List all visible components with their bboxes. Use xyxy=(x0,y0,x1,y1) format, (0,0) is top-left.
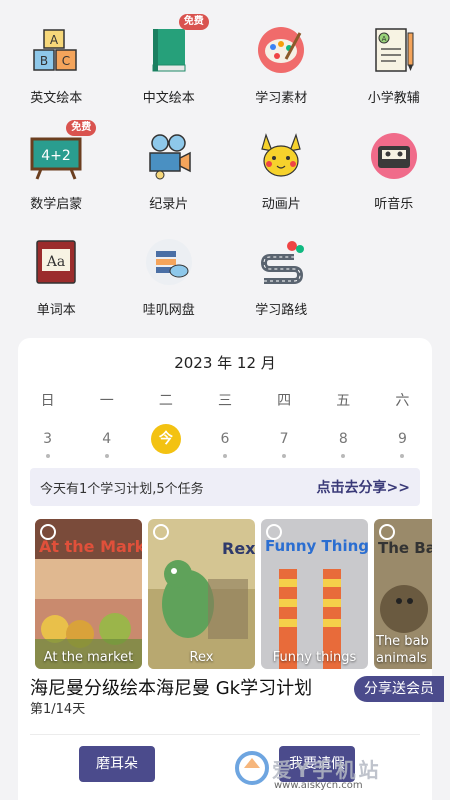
abc-blocks-icon: A B C xyxy=(26,20,86,79)
book-cover-title: Funny Things xyxy=(265,537,368,555)
grid-item-documentary[interactable]: 纪录片 xyxy=(113,106,226,212)
weekday-label: 二 xyxy=(158,393,173,409)
grid-item-music[interactable]: 听音乐 xyxy=(338,106,450,212)
grid-item-label: 中文绘本 xyxy=(142,91,195,106)
calendar-month: 2023 年 12 月 xyxy=(174,354,276,372)
green-book-icon: 免费 xyxy=(139,14,209,79)
grid-item-label: 听音乐 xyxy=(374,197,414,212)
book-card[interactable]: Funny Things Funny things xyxy=(261,519,368,669)
watermark-text: 爱Y手机站 xyxy=(272,757,382,782)
grid-item-primary-tutoring[interactable]: A 小学教辅 xyxy=(338,0,450,106)
book-card[interactable]: At the Market At the market xyxy=(35,519,142,669)
calendar-day[interactable]: 8 xyxy=(314,424,373,460)
select-circle[interactable] xyxy=(266,524,282,540)
svg-text:A: A xyxy=(50,33,59,47)
select-circle[interactable] xyxy=(379,524,395,540)
divider xyxy=(30,734,420,735)
weekday-label: 一 xyxy=(99,393,114,409)
calendar-day[interactable]: 4 xyxy=(77,424,136,460)
grid-item-chinese-books[interactable]: 免费 中文绘本 xyxy=(113,0,226,106)
route-map-icon xyxy=(251,232,311,291)
book-caption: Funny things xyxy=(272,650,357,665)
share-for-membership-button[interactable]: 分享送会员 xyxy=(354,676,444,702)
cassette-icon xyxy=(364,126,424,185)
book-card[interactable]: The Bab The bab animals xyxy=(374,519,432,669)
svg-text:B: B xyxy=(40,54,48,68)
movie-camera-icon xyxy=(139,126,199,185)
book-card[interactable]: Rex Rex xyxy=(148,519,255,669)
grid-item-cloud-drive[interactable]: 哇叽网盘 xyxy=(113,212,226,318)
free-badge: 免费 xyxy=(66,120,97,136)
calendar-day[interactable]: 9 xyxy=(373,424,432,460)
math-board-icon: 4+2 免费 xyxy=(26,120,97,185)
grid-item-study-materials[interactable]: 学习素材 xyxy=(225,0,338,106)
plan-summary-text: 今天有1个学习计划,5个任务 xyxy=(40,481,204,497)
plan-summary-bar: 今天有1个学习计划,5个任务 点击去分享>> xyxy=(30,468,420,506)
dictionary-icon: Aa xyxy=(26,232,86,291)
select-circle[interactable] xyxy=(153,524,169,540)
svg-text:4+2: 4+2 xyxy=(41,148,71,164)
book-caption: At the market xyxy=(43,650,134,665)
grid-item-label: 纪录片 xyxy=(149,197,189,212)
watermark-url: www.aiskycn.com xyxy=(274,780,363,791)
grid-item-label: 小学教辅 xyxy=(367,91,420,106)
plan-progress: 第1/14天 xyxy=(30,702,86,717)
grid-item-cartoon[interactable]: 动画片 xyxy=(225,106,338,212)
calendar-day[interactable]: 7 xyxy=(255,424,314,460)
feature-grid: A B C 英文绘本 免费 中文绘本 学习素材 A 小学教辅 4+2 免费 数学… xyxy=(0,0,450,318)
grid-item-label: 英文绘本 xyxy=(30,91,83,106)
watermark: 爱Y手机站 www.aiskycn.com xyxy=(234,750,382,791)
weekday-label: 六 xyxy=(395,393,410,409)
pikachu-icon xyxy=(251,126,311,185)
svg-text:C: C xyxy=(62,54,70,68)
grid-item-label: 数学启蒙 xyxy=(30,197,83,212)
share-link[interactable]: 点击去分享>> xyxy=(317,477,410,497)
calendar-day[interactable]: 6 xyxy=(195,424,254,460)
calendar-day[interactable]: 3 xyxy=(18,424,77,460)
grid-item-label: 哇叽网盘 xyxy=(142,303,195,318)
svg-text:Aa: Aa xyxy=(46,254,65,270)
grid-item-label: 动画片 xyxy=(261,197,301,212)
grid-item-label: 学习路线 xyxy=(255,303,308,318)
svg-text:A: A xyxy=(381,35,386,43)
select-circle[interactable] xyxy=(40,524,56,540)
book-caption: The bab animals xyxy=(376,634,429,666)
book-cover-title: The Bab xyxy=(378,539,432,557)
test-paper-icon: A xyxy=(364,20,424,79)
weekday-label: 三 xyxy=(217,393,232,409)
grid-item-vocabulary[interactable]: Aa 单词本 xyxy=(0,212,113,318)
watermark-logo-icon xyxy=(235,751,269,785)
grid-item-english-books[interactable]: A B C 英文绘本 xyxy=(0,0,113,106)
cloud-server-icon xyxy=(139,232,199,291)
grid-item-learning-route[interactable]: 学习路线 xyxy=(225,212,338,318)
plan-title[interactable]: 海尼曼分级绘本海尼曼 Gk学习计划 xyxy=(30,674,312,700)
grid-item-label: 单词本 xyxy=(36,303,76,318)
weekday-label: 四 xyxy=(277,393,292,409)
grid-item-math-enlightenment[interactable]: 4+2 免费 数学启蒙 xyxy=(0,106,113,212)
book-cover-title: At the Market xyxy=(39,537,142,556)
weekday-label: 五 xyxy=(336,393,351,409)
study-plan-card: 2023 年 12 月 日 一 二 三 四 五 六 3 4 今 6 7 8 9 … xyxy=(18,338,444,800)
weekday-label: 日 xyxy=(40,393,55,409)
book-cover-title: Rex xyxy=(222,539,255,558)
paint-palette-icon xyxy=(251,20,311,79)
calendar-day-today[interactable]: 今 xyxy=(136,424,195,460)
dog-ear-button[interactable]: 磨耳朵 xyxy=(79,746,155,782)
book-carousel[interactable]: At the Market At the market Rex Rex xyxy=(35,519,432,669)
calendar-days: 3 4 今 6 7 8 9 xyxy=(18,424,432,460)
grid-item-label: 学习素材 xyxy=(255,91,308,106)
free-badge: 免费 xyxy=(178,14,209,30)
weekday-header: 日 一 二 三 四 五 六 xyxy=(18,390,432,410)
book-caption: Rex xyxy=(189,650,214,665)
